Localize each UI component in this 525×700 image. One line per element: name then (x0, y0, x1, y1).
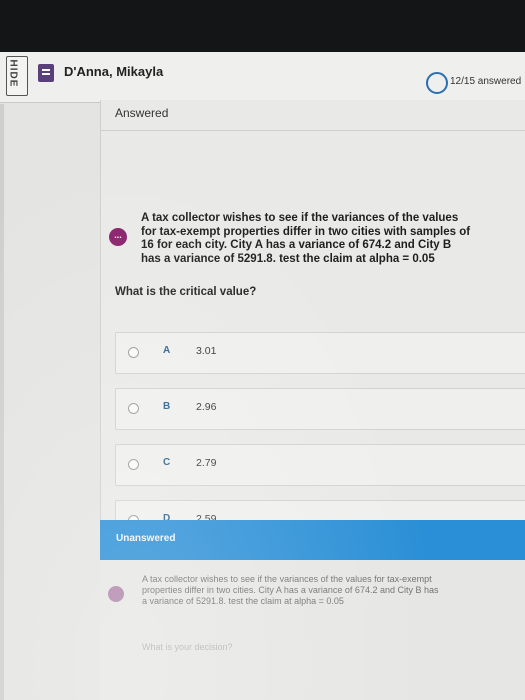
header-bar: HIDE D'Anna, Mikayla 12/15 answered (0, 52, 525, 103)
student-name: D'Anna, Mikayla (64, 64, 164, 79)
card-divider (101, 130, 525, 131)
question-card-unanswered: A tax collector wishes to see if the var… (100, 560, 525, 700)
question-prompt: What is your decision? (142, 642, 233, 652)
radio-button-icon[interactable] (128, 347, 139, 358)
question-prompt: What is the critical value? (115, 286, 257, 298)
monitor-bezel (0, 0, 525, 52)
radio-button-icon[interactable] (128, 459, 139, 470)
option-letter: C (163, 457, 171, 468)
more-options-icon[interactable]: ... (109, 228, 127, 246)
option-value: 2.79 (196, 457, 217, 469)
hide-button[interactable]: HIDE (6, 56, 28, 96)
option-value: 3.01 (196, 345, 217, 357)
status-unanswered: Unanswered (116, 533, 176, 544)
quiz-screen: HIDE D'Anna, Mikayla 12/15 answered Answ… (0, 52, 525, 700)
option-value: 2.96 (196, 401, 217, 413)
assignment-icon (38, 64, 54, 82)
question-text: A tax collector wishes to see if the var… (142, 574, 439, 606)
radio-button-icon[interactable] (128, 403, 139, 414)
hide-label: HIDE (7, 59, 19, 88)
status-unanswered-bar: Unanswered (100, 520, 525, 560)
progress-ring-icon (426, 72, 448, 94)
answer-option-b[interactable]: B 2.96 (115, 388, 525, 430)
more-options-icon[interactable] (108, 586, 124, 602)
answer-option-a[interactable]: A 3.01 (115, 332, 525, 374)
status-answered: Answered (115, 106, 169, 120)
question-card-answered: Answered ... A tax collector wishes to s… (100, 100, 525, 526)
option-letter: B (163, 401, 171, 412)
answer-option-c[interactable]: C 2.79 (115, 444, 525, 486)
sidebar-edge (0, 104, 4, 700)
option-letter: A (163, 345, 171, 356)
question-text: A tax collector wishes to see if the var… (141, 212, 471, 265)
answered-count: 12/15 answered (450, 76, 522, 87)
